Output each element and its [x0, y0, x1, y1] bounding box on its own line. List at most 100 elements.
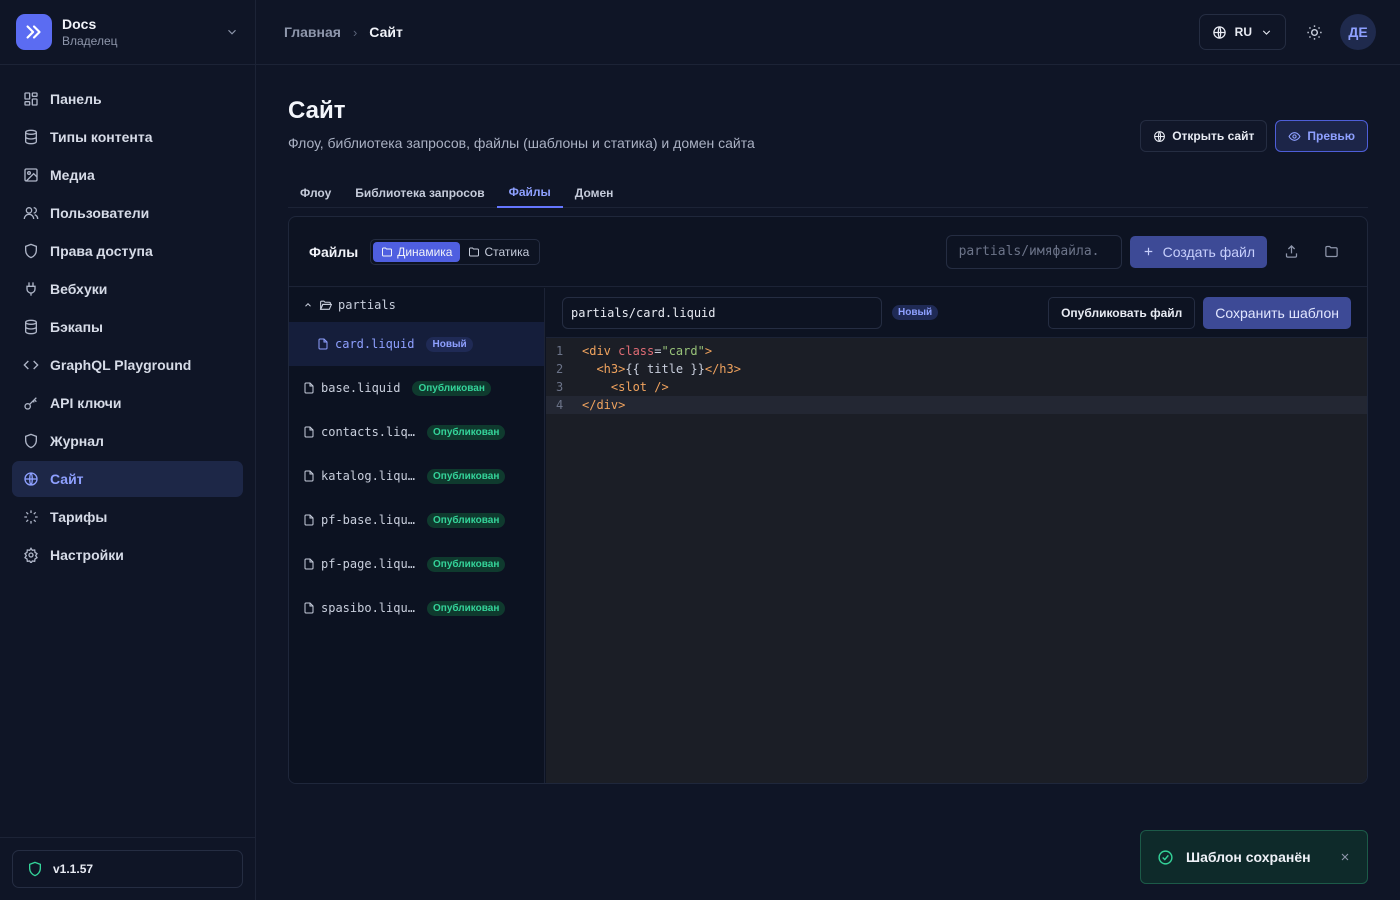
sidebar-item-label: Журнал	[50, 433, 104, 449]
code-text: <slot />	[610, 380, 669, 394]
chevron-down-icon	[1260, 26, 1273, 39]
open-site-button[interactable]: Открыть сайт	[1140, 120, 1268, 152]
sidebar-item-users[interactable]: Пользователи	[12, 195, 243, 231]
avatar[interactable]: ДЕ	[1340, 14, 1376, 50]
sidebar-item-label: Сайт	[50, 471, 84, 487]
open-site-label: Открыть сайт	[1172, 129, 1255, 143]
toast-notification: Шаблон сохранён	[1140, 830, 1368, 884]
gear-icon	[22, 546, 40, 564]
status-badge: Опубликован	[427, 468, 506, 484]
status-badge: Новый	[892, 305, 939, 320]
database-icon	[22, 318, 40, 336]
code-editor[interactable]: 1 <div class="card"> 2 <h3>{{ title }}</h3…	[546, 338, 1367, 414]
brand-logo-icon	[16, 14, 52, 50]
breadcrumb-home[interactable]: Главная	[284, 24, 341, 40]
language-select[interactable]: RU	[1198, 14, 1286, 50]
code-text: <div class="card">	[582, 344, 713, 358]
sidebar-item-site[interactable]: Сайт	[12, 461, 243, 497]
plus-icon	[1142, 245, 1155, 258]
file-icon	[303, 470, 315, 482]
sidebar-item-permissions[interactable]: Права доступа	[12, 233, 243, 269]
sidebar: Docs Владелец Панель Типы контента Медиа…	[0, 0, 256, 900]
chevron-down-icon	[225, 25, 239, 39]
file-icon	[303, 558, 315, 570]
sidebar-item-label: GraphQL Playground	[50, 357, 192, 373]
tree-file[interactable]: pf-page.liquid Опубликован	[289, 542, 544, 586]
sidebar-item-settings[interactable]: Настройки	[12, 537, 243, 573]
file-icon	[303, 382, 315, 394]
tree-file[interactable]: pf-base.liquid Опубликован	[289, 498, 544, 542]
tree-file[interactable]: katalog.liquid Опубликован	[289, 454, 544, 498]
save-template-button[interactable]: Сохранить шаблон	[1203, 296, 1351, 329]
sidebar-item-media[interactable]: Медиа	[12, 157, 243, 193]
folder-icon	[381, 246, 393, 258]
sidebar-item-backups[interactable]: Бэкапы	[12, 309, 243, 345]
file-tree: partials card.liquid Новый base.liquid О…	[289, 288, 545, 783]
sidebar-item-api-keys[interactable]: API ключи	[12, 385, 243, 421]
folder-icon	[1324, 244, 1339, 259]
theme-toggle-button[interactable]	[1296, 14, 1332, 50]
tab-domain[interactable]: Домен	[563, 177, 626, 208]
tree-folder-partials[interactable]: partials	[289, 288, 544, 322]
workspace-switcher[interactable]: Docs Владелец	[0, 0, 255, 65]
close-icon[interactable]	[1339, 851, 1351, 863]
image-icon	[22, 166, 40, 184]
publish-file-button[interactable]: Опубликовать файл	[1048, 296, 1196, 329]
segment-dynamic[interactable]: Динамика	[373, 241, 461, 262]
new-folder-button[interactable]	[1315, 236, 1347, 268]
tab-files[interactable]: Файлы	[496, 177, 563, 208]
code-text: <h3>{{ title }}</h3>	[596, 362, 741, 376]
tab-flow[interactable]: Флоу	[288, 177, 343, 208]
shield-icon	[22, 432, 40, 450]
tree-file[interactable]: base.liquid Опубликован	[289, 366, 544, 410]
key-icon	[22, 394, 40, 412]
preview-button[interactable]: Превью	[1275, 120, 1368, 152]
code-line: 1 <div class="card">	[546, 342, 1367, 360]
sidebar-item-plans[interactable]: Тарифы	[12, 499, 243, 535]
create-file-label: Создать файл	[1162, 243, 1255, 260]
upload-icon	[1284, 244, 1299, 259]
breadcrumb-current: Сайт	[369, 24, 403, 40]
topbar: Главная › Сайт RU ДЕ	[256, 0, 1400, 65]
sidebar-item-content-types[interactable]: Типы контента	[12, 119, 243, 155]
segment-static-label: Статика	[484, 244, 530, 259]
file-name: katalog.liquid	[321, 469, 415, 483]
code-editor-panel: partials/card.liquid Новый Опубликовать …	[546, 288, 1367, 783]
status-badge: Опубликован	[427, 512, 506, 528]
plug-icon	[22, 280, 40, 298]
shield-icon	[22, 242, 40, 260]
version-label: v1.1.57	[53, 862, 94, 876]
eye-icon	[1288, 130, 1301, 143]
folder-name: partials	[338, 298, 396, 312]
main-content: Сайт Флоу, библиотека запросов, файлы (ш…	[288, 65, 1368, 784]
tab-bar: Флоу Библиотека запросов Файлы Домен	[288, 177, 1368, 208]
upload-button[interactable]	[1275, 236, 1307, 268]
file-name: card.liquid	[335, 337, 415, 351]
tree-file[interactable]: card.liquid Новый	[289, 322, 544, 366]
sidebar-item-webhooks[interactable]: Вебхуки	[12, 271, 243, 307]
tree-file[interactable]: spasibo.liquid Опубликован	[289, 586, 544, 630]
code-line: 2 <h3>{{ title }}</h3>	[546, 360, 1367, 378]
sidebar-item-label: API ключи	[50, 395, 122, 411]
version-badge: v1.1.57	[12, 850, 243, 888]
sidebar-item-dashboard[interactable]: Панель	[12, 81, 243, 117]
create-file-button[interactable]: Создать файл	[1129, 235, 1267, 268]
tree-file[interactable]: contacts.liquid Опубликован	[289, 410, 544, 454]
sidebar-item-label: Медиа	[50, 167, 95, 183]
globe-icon	[1212, 25, 1227, 40]
folder-icon	[468, 246, 480, 258]
file-icon	[303, 426, 315, 438]
sidebar-item-label: Вебхуки	[50, 281, 108, 297]
file-path-input[interactable]: partials/card.liquid	[562, 296, 882, 329]
sidebar-item-graphql[interactable]: GraphQL Playground	[12, 347, 243, 383]
tab-query-library[interactable]: Библиотека запросов	[343, 177, 496, 208]
workspace-role: Владелец	[62, 34, 118, 48]
new-file-name-input[interactable]: partials/имяфайла.	[945, 234, 1122, 269]
globe-icon	[1153, 130, 1166, 143]
sidebar-item-log[interactable]: Журнал	[12, 423, 243, 459]
folder-open-icon	[319, 299, 332, 312]
workspace-name: Docs	[62, 16, 97, 32]
file-icon	[303, 514, 315, 526]
segment-static[interactable]: Статика	[460, 242, 537, 262]
files-title: Файлы	[309, 243, 359, 260]
